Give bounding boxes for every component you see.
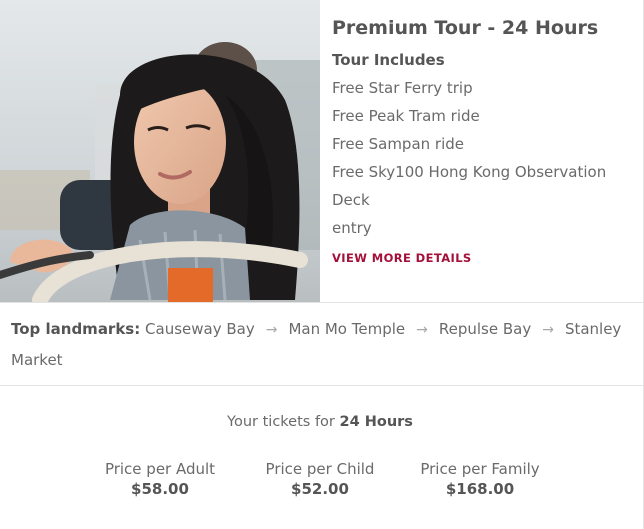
arrow-right-icon: → bbox=[542, 322, 554, 338]
arrow-right-icon: → bbox=[265, 322, 278, 338]
tickets-heading: Your tickets for 24 Hours bbox=[0, 414, 640, 430]
landmark-stop: Causeway Bay bbox=[145, 320, 255, 338]
includes-item: entry bbox=[332, 219, 372, 237]
price-adult: Price per Adult $58.00 bbox=[80, 459, 240, 499]
price-value: $58.00 bbox=[131, 480, 189, 498]
divider bbox=[0, 302, 644, 303]
tickets-heading-duration: 24 Hours bbox=[339, 414, 413, 430]
tickets-heading-prefix: Your tickets for bbox=[227, 414, 335, 430]
includes-heading: Tour Includes bbox=[332, 51, 445, 69]
landmark-stop: Repulse Bay bbox=[438, 320, 532, 338]
landmarks-route: Top landmarks: Causeway Bay → Man Mo Templ… bbox=[11, 314, 631, 375]
includes-item: Free Peak Tram ride bbox=[332, 107, 480, 125]
includes-item: Free Sampan ride bbox=[332, 135, 464, 153]
price-value: $168.00 bbox=[445, 480, 515, 498]
price-child: Price per Child $52.00 bbox=[240, 459, 400, 499]
price-list: Price per Adult $58.00 Price per Child $… bbox=[0, 459, 644, 505]
landmark-stop: Man Mo Temple bbox=[288, 320, 406, 338]
tour-summary: Premium Tour - 24 Hours Tour Includes Fr… bbox=[0, 0, 644, 302]
tour-title: Premium Tour - 24 Hours bbox=[332, 17, 599, 39]
tour-photo-illustration bbox=[0, 0, 320, 302]
view-more-details-link[interactable]: VIEW MORE DETAILS bbox=[332, 251, 472, 265]
price-family: Price per Family $168.00 bbox=[400, 459, 560, 499]
includes-list: Free Star Ferry trip Free Peak Tram ride… bbox=[332, 74, 632, 242]
landmarks-label: Top landmarks: bbox=[11, 320, 141, 338]
tour-card: Premium Tour - 24 Hours Tour Includes Fr… bbox=[0, 0, 644, 529]
includes-item: Free Star Ferry trip bbox=[332, 79, 473, 97]
includes-item: Free Sky100 Hong Kong Observation Deck bbox=[332, 163, 607, 209]
price-label: Price per Child bbox=[265, 460, 375, 478]
tour-details: Premium Tour - 24 Hours Tour Includes Fr… bbox=[332, 12, 632, 266]
price-value: $52.00 bbox=[291, 480, 349, 498]
divider bbox=[0, 385, 644, 386]
price-label: Price per Adult bbox=[104, 460, 216, 478]
arrow-right-icon: → bbox=[416, 322, 428, 338]
price-label: Price per Family bbox=[420, 460, 540, 478]
tour-photo bbox=[0, 0, 320, 302]
